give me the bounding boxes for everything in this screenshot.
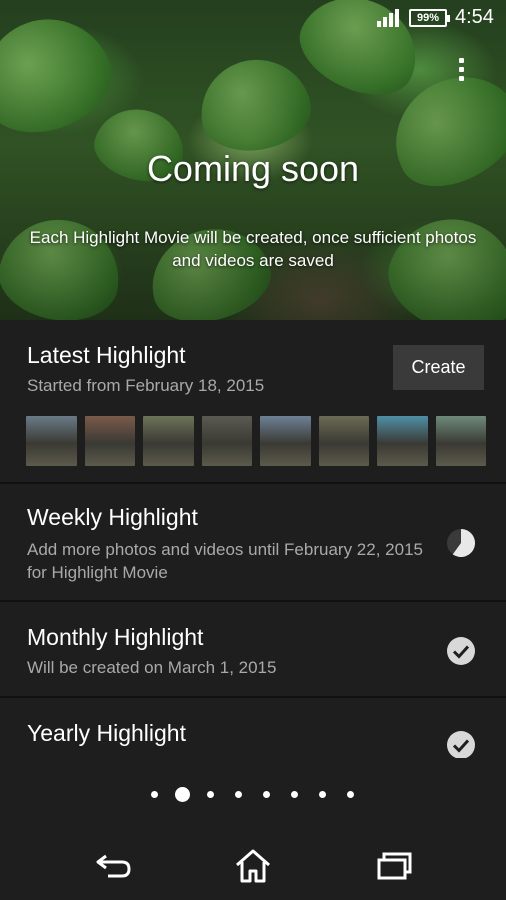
weekly-highlight-row[interactable]: Weekly Highlight Add more photos and vid… <box>0 484 506 602</box>
hero-description: Each Highlight Movie will be created, on… <box>29 228 477 270</box>
page-dot[interactable] <box>291 791 298 798</box>
weekly-highlight-subtitle: Add more photos and videos until Februar… <box>27 540 423 582</box>
create-button[interactable]: Create <box>393 345 484 390</box>
thumbnail[interactable] <box>84 416 135 466</box>
thumbnail[interactable] <box>26 416 77 466</box>
check-icon <box>447 731 475 758</box>
yearly-highlight-title: Yearly Highlight <box>27 720 186 746</box>
signal-icon <box>377 9 399 27</box>
recent-apps-icon[interactable] <box>374 848 414 884</box>
thumbnail[interactable] <box>377 416 428 466</box>
overflow-menu-icon[interactable] <box>455 58 467 86</box>
status-bar: 99% 4:54 <box>0 0 506 36</box>
page-dot[interactable] <box>319 791 326 798</box>
latest-highlight-subtitle: Started from February 18, 2015 <box>27 376 265 395</box>
hero-title: Coming soon <box>146 148 360 189</box>
monthly-highlight-subtitle: Will be created on March 1, 2015 <box>27 658 277 677</box>
page-dot[interactable] <box>151 791 158 798</box>
hero-banner: 99% 4:54 Coming soon Each Highlight Movi… <box>0 0 506 320</box>
page-indicator <box>0 786 506 804</box>
thumbnail-strip <box>26 416 486 466</box>
page-dot[interactable] <box>347 791 354 798</box>
thumbnail[interactable] <box>201 416 252 466</box>
monthly-highlight-row[interactable]: Monthly Highlight Will be created on Mar… <box>0 602 506 698</box>
thumbnail[interactable] <box>435 416 486 466</box>
clock: 4:54 <box>455 6 494 28</box>
page-dot[interactable] <box>207 791 214 798</box>
latest-highlight-section: Latest Highlight Started from February 1… <box>0 320 506 484</box>
page-dot[interactable] <box>263 791 270 798</box>
check-icon <box>447 637 475 665</box>
back-icon[interactable] <box>94 848 134 884</box>
yearly-highlight-row[interactable]: Yearly Highlight <box>0 698 506 758</box>
weekly-highlight-title: Weekly Highlight <box>27 504 198 530</box>
page-dot-active[interactable] <box>175 787 190 802</box>
thumbnail[interactable] <box>143 416 194 466</box>
home-icon[interactable] <box>233 848 273 884</box>
monthly-highlight-title: Monthly Highlight <box>27 624 204 650</box>
progress-pie-icon <box>447 529 475 557</box>
navigation-bar <box>0 830 506 900</box>
thumbnail[interactable] <box>260 416 311 466</box>
latest-highlight-title: Latest Highlight <box>27 342 186 368</box>
page-dot[interactable] <box>235 791 242 798</box>
thumbnail[interactable] <box>318 416 369 466</box>
battery-icon: 99% <box>409 9 450 27</box>
